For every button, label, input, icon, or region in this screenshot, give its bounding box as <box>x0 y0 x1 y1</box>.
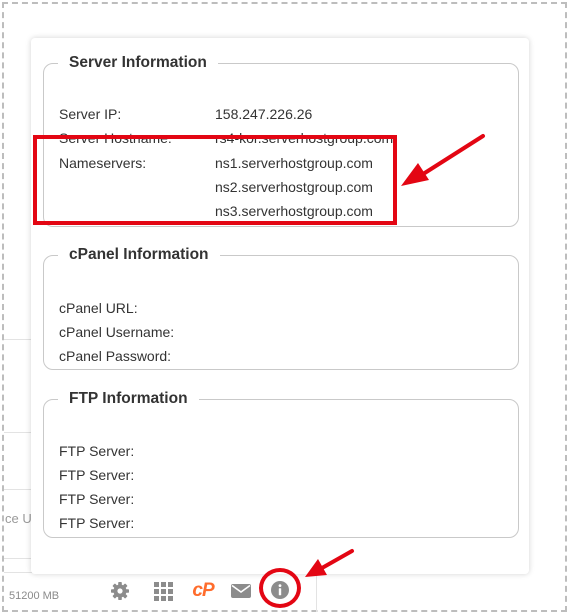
ftp-information-section: FTP Information FTP Server: FTP Server: … <box>43 390 519 538</box>
ftp-server-label: FTP Server: <box>59 515 135 531</box>
grid-icon[interactable] <box>152 580 174 602</box>
ftp-server-label: FTP Server: <box>59 467 135 483</box>
background-divider <box>4 432 31 433</box>
background-partial-text: ce U <box>5 511 32 526</box>
background-table-border <box>316 572 317 612</box>
cpanel-password-label: cPanel Password: <box>59 348 172 364</box>
nameservers-highlight-box <box>33 135 397 225</box>
cpanel-icon[interactable]: cP <box>190 580 216 602</box>
cpanel-url-label: cPanel URL: <box>59 300 138 316</box>
gear-icon[interactable] <box>109 580 131 602</box>
service-info-popup: Server Information Server IP: 158.247.22… <box>31 38 529 574</box>
ftp-server-label: FTP Server: <box>59 491 135 507</box>
cpanel-icon-text: cP <box>192 580 214 601</box>
cpanel-information-section: cPanel Information cPanel URL: cPanel Us… <box>43 246 519 370</box>
mail-icon[interactable] <box>230 580 252 602</box>
info-icon-highlight-circle <box>259 568 301 608</box>
disk-size-value: 51200 MB <box>9 590 60 602</box>
server-ip-label: Server IP: <box>59 106 122 122</box>
cpanel-information-title: cPanel Information <box>69 246 209 263</box>
background-divider <box>4 339 31 340</box>
server-ip-value: 158.247.226.26 <box>215 106 313 122</box>
server-information-title: Server Information <box>69 54 207 71</box>
cpanel-username-label: cPanel Username: <box>59 324 175 340</box>
ftp-information-title: FTP Information <box>69 390 188 407</box>
ftp-server-label: FTP Server: <box>59 443 135 459</box>
background-divider <box>4 489 31 490</box>
background-divider <box>4 558 31 559</box>
